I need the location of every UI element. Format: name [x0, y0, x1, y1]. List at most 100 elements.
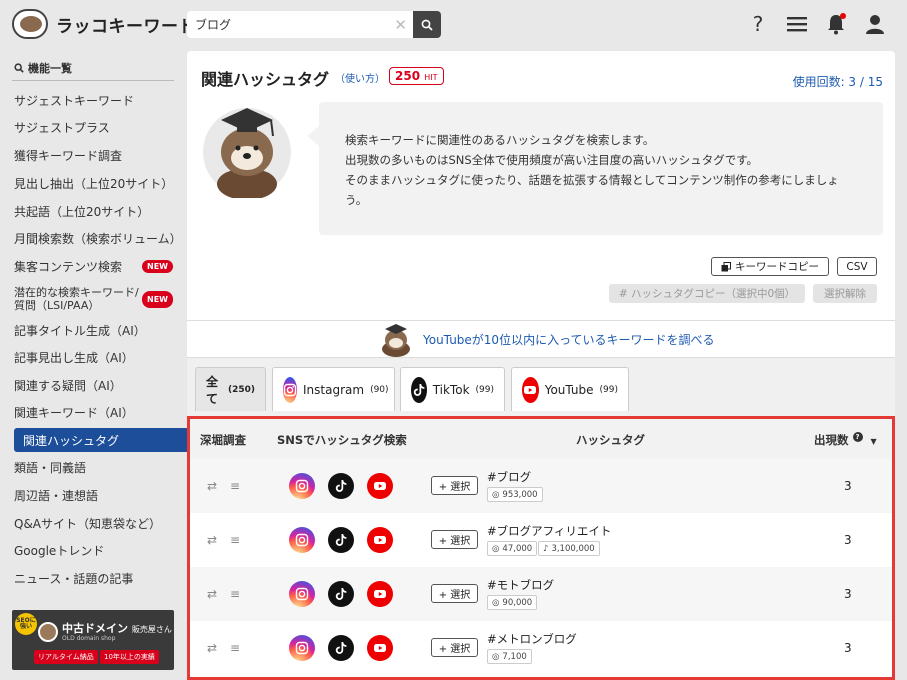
instagram-post-count: ◎ 7,100 [487, 649, 532, 664]
bell-icon[interactable] [824, 12, 848, 36]
tab-tiktok[interactable]: TikTok (99) [400, 367, 505, 411]
deep-dive-icon[interactable]: ⇄ [207, 479, 217, 493]
search-input[interactable] [195, 17, 385, 32]
youtube-search-icon[interactable] [367, 527, 393, 553]
table-header: 深堀調査 SNSでハッシュタグ検索 ハッシュタグ 出現数 ? ▼ [190, 419, 892, 459]
instagram-search-icon[interactable] [289, 581, 315, 607]
instagram-icon [283, 376, 297, 403]
tab-label: TikTok [432, 382, 470, 397]
sidebar-item-label: 関連する疑問（AI） [14, 378, 122, 393]
instagram-post-count: ◎ 953,000 [487, 487, 543, 502]
sidebar-item-related-keywords-ai[interactable]: 関連キーワード（AI） [0, 400, 187, 424]
select-button[interactable]: + 選択 [431, 638, 478, 657]
youtube-search-icon[interactable] [367, 473, 393, 499]
table-row: ⇄ ≡ + 選択 #ブログアフィリエイト ◎ 47,000 ♪ 3,100,000 … [190, 513, 892, 567]
tab-instagram[interactable]: Instagram (90) [272, 367, 395, 411]
header-count[interactable]: 出現数 ? ▼ [814, 432, 877, 448]
menu-icon[interactable]: ≡ [230, 479, 240, 493]
sidebar-item-headings-ai[interactable]: 記事見出し生成（AI） [0, 345, 187, 369]
sidebar-item-search-volume[interactable]: 月間検索数（検索ボリューム） [0, 226, 187, 250]
tiktok-small-icon: ♪ [543, 543, 549, 554]
usage-count[interactable]: 使用回数: 3 / 15 [793, 73, 883, 90]
sidebar-item-cooccurrence[interactable]: 共起語（上位20サイト） [0, 199, 187, 223]
youtube-search-icon[interactable] [367, 635, 393, 661]
deep-dive-icon[interactable]: ⇄ [207, 641, 217, 655]
occurrence-count: 3 [844, 533, 852, 547]
sidebar-item-google-trends[interactable]: Googleトレンド [0, 538, 187, 562]
youtube-promo-link[interactable]: YouTubeが10位以内に入っているキーワードを調べる [377, 321, 714, 357]
hashtag-name[interactable]: #ブログアフィリエイト [487, 523, 611, 539]
tab-count: (250) [227, 384, 255, 395]
user-icon[interactable] [863, 12, 887, 36]
domain-shop-banner[interactable]: SEOに強い 中古ドメイン 販売屋さん OLD domain shop リアルタ… [12, 610, 174, 670]
instagram-post-count: ◎ 47,000 [487, 541, 538, 556]
instagram-search-icon[interactable] [289, 527, 315, 553]
sort-down-icon[interactable]: ▼ [871, 437, 877, 446]
search-field: ✕ [187, 11, 413, 38]
tab-all[interactable]: 全て (250) [195, 367, 266, 411]
sidebar-item-associations[interactable]: 周辺語・連想語 [0, 483, 187, 507]
sidebar-item-label: 周辺語・連想語 [14, 488, 99, 503]
sidebar-item-qa-sites[interactable]: Q&Aサイト（知恵袋など） [0, 511, 187, 535]
sidebar-item-suggest-plus[interactable]: サジェストプラス [0, 115, 187, 139]
clear-icon[interactable]: ✕ [394, 16, 407, 34]
menu-icon[interactable] [785, 12, 809, 36]
tiktok-search-icon[interactable] [328, 527, 354, 553]
youtube-promo-label: YouTubeが10位以内に入っているキーワードを調べる [423, 332, 715, 347]
copy-icon [721, 261, 731, 271]
sidebar-item-label: 関連キーワード（AI） [14, 405, 134, 420]
tab-youtube[interactable]: YouTube (99) [511, 367, 629, 411]
sidebar-item-label: 共起語（上位20サイト） [14, 204, 150, 219]
tiktok-search-icon[interactable] [328, 581, 354, 607]
sidebar-item-label: 記事タイトル生成（AI） [14, 323, 146, 338]
sidebar-item-news[interactable]: ニュース・話題の記事 [0, 566, 187, 590]
search-button[interactable] [413, 11, 441, 38]
hit-count-badge: 250 HIT [389, 67, 444, 85]
sidebar-item-acquired-keywords[interactable]: 獲得キーワード調査 [0, 143, 187, 167]
tiktok-search-icon[interactable] [328, 635, 354, 661]
help-icon[interactable]: ? [746, 12, 770, 36]
sidebar-item-title-ai[interactable]: 記事タイトル生成（AI） [0, 318, 187, 342]
deep-dive-icon[interactable]: ⇄ [207, 533, 217, 547]
header-sns: SNSでハッシュタグ検索 [277, 433, 407, 447]
copy-hashtags-label: # ハッシュタグコピー（選択中0個） [618, 288, 796, 300]
instagram-search-icon[interactable] [289, 635, 315, 661]
label-line-2: 質問（LSI/PAA） [14, 299, 100, 312]
banner-tag: 10年以上の実績 [100, 650, 159, 664]
header-hashtag: ハッシュタグ [576, 433, 645, 447]
instagram-search-icon[interactable] [289, 473, 315, 499]
usage-guide-link[interactable]: （使い方） [335, 70, 385, 85]
hashtag-name[interactable]: #ブログ [487, 469, 531, 485]
sidebar-item-suggest[interactable]: サジェストキーワード [0, 88, 187, 112]
sidebar-item-hashtags[interactable]: 関連ハッシュタグ [14, 428, 187, 452]
tiktok-search-icon[interactable] [328, 473, 354, 499]
menu-icon[interactable]: ≡ [230, 587, 240, 601]
instagram-small-icon: ◎ [492, 489, 500, 500]
tab-count: (90) [370, 384, 389, 395]
deselect-button[interactable]: 選択解除 [813, 284, 877, 303]
sidebar-item-content-search[interactable]: 集客コンテンツ検索 NEW [0, 254, 187, 278]
sidebar-item-label: 集客コンテンツ検索 [14, 259, 123, 274]
hashtag-name[interactable]: #メトロンブログ [487, 631, 577, 647]
select-button[interactable]: + 選択 [431, 476, 478, 495]
copy-hashtags-button[interactable]: # ハッシュタグコピー（選択中0個） [609, 284, 805, 303]
sidebar-item-label: 獲得キーワード調査 [14, 148, 123, 163]
sidebar-item-synonyms[interactable]: 類語・同義語 [0, 455, 187, 479]
help-icon[interactable]: ? [852, 432, 863, 442]
app-logo[interactable]: ラッコキーワード [12, 9, 196, 39]
deep-dive-icon[interactable]: ⇄ [207, 587, 217, 601]
sidebar-item-questions-ai[interactable]: 関連する疑問（AI） [0, 373, 187, 397]
csv-button[interactable]: CSV [837, 257, 877, 276]
tiktok-view-count: ♪ 3,100,000 [538, 541, 600, 556]
menu-icon[interactable]: ≡ [230, 641, 240, 655]
sidebar-item-label: サジェストキーワード [14, 93, 135, 108]
select-button[interactable]: + 選択 [431, 530, 478, 549]
sidebar-item-headings[interactable]: 見出し抽出（上位20サイト） [0, 171, 187, 195]
tiktok-icon [411, 376, 427, 403]
hashtag-name[interactable]: #モトブログ [487, 577, 554, 593]
copy-keywords-button[interactable]: キーワードコピー [711, 257, 829, 276]
select-button[interactable]: + 選択 [431, 584, 478, 603]
sidebar-item-lsi-paa[interactable]: 潜在的な検索キーワード/質問（LSI/PAA） NEW [0, 284, 187, 314]
menu-icon[interactable]: ≡ [230, 533, 240, 547]
youtube-search-icon[interactable] [367, 581, 393, 607]
